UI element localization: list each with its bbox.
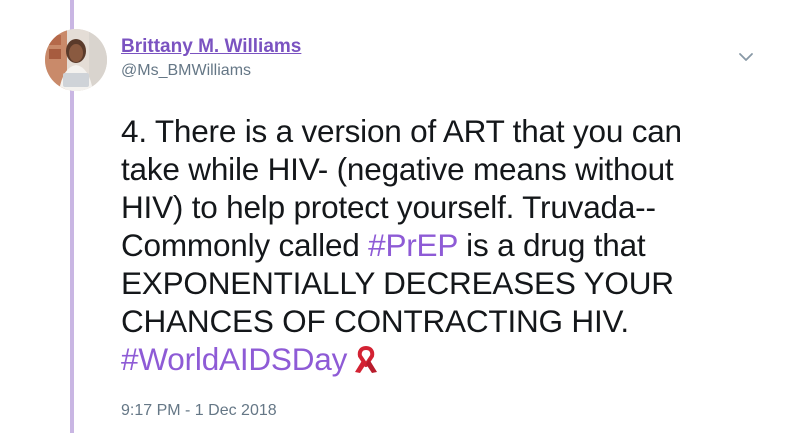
tweet-text: 4. There is a version of ART that you ca… — [121, 112, 781, 384]
tweet-text-line: 4. There is a version of ART that you ca… — [121, 113, 682, 149]
tweet-text-line: HIV) to help protect yourself. Truvada-- — [121, 189, 656, 225]
hashtag-link-worldaidsday[interactable]: #WorldAIDSDay — [121, 341, 347, 377]
red-ribbon-icon — [351, 344, 381, 384]
tweet-text-line: take while HIV- (negative means without — [121, 151, 674, 187]
avatar[interactable] — [45, 29, 107, 91]
chevron-down-icon[interactable] — [737, 48, 755, 66]
avatar-image — [45, 29, 107, 91]
tweet-card: Brittany M. Williams @Ms_BMWilliams 4. T… — [0, 0, 799, 433]
tweet-text-line: Commonly called #PrEP is a drug that — [121, 226, 781, 264]
tweet-text-line: #WorldAIDSDay — [121, 340, 781, 384]
tweet-text-segment: Commonly called — [121, 227, 369, 263]
hashtag-link-prep[interactable]: #PrEP — [368, 227, 458, 263]
tweet-timestamp[interactable]: 9:17 PM - 1 Dec 2018 — [121, 402, 277, 420]
author-display-name[interactable]: Brittany M. Williams — [121, 36, 301, 58]
tweet-text-line: EXPONENTIALLY DECREASES YOUR — [121, 265, 674, 301]
author-handle[interactable]: @Ms_BMWilliams — [121, 62, 251, 80]
tweet-text-segment: is a drug that — [457, 227, 646, 263]
tweet-text-line: CHANCES OF CONTRACTING HIV. — [121, 303, 629, 339]
